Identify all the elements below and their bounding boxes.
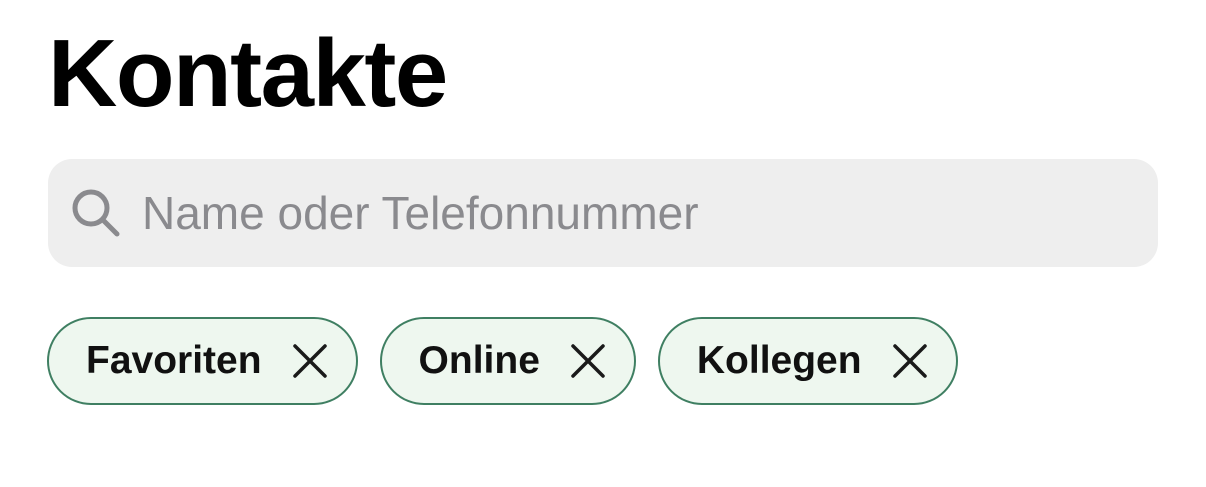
chip-label: Online xyxy=(418,339,540,382)
filter-chip-kollegen[interactable]: Kollegen xyxy=(657,317,958,405)
close-icon[interactable] xyxy=(568,341,608,381)
filter-chip-online[interactable]: Online xyxy=(379,317,636,405)
search-input[interactable] xyxy=(142,183,1134,243)
filter-chip-favoriten[interactable]: Favoriten xyxy=(47,317,358,405)
chip-label: Kollegen xyxy=(696,339,862,382)
search-bar[interactable] xyxy=(48,159,1158,267)
search-icon xyxy=(68,185,124,241)
close-icon[interactable] xyxy=(290,341,330,381)
close-icon[interactable] xyxy=(890,341,930,381)
filter-chips: Favoriten Online Kollegen xyxy=(47,317,958,405)
chip-label: Favoriten xyxy=(86,339,262,382)
page-title: Kontakte xyxy=(48,20,448,127)
